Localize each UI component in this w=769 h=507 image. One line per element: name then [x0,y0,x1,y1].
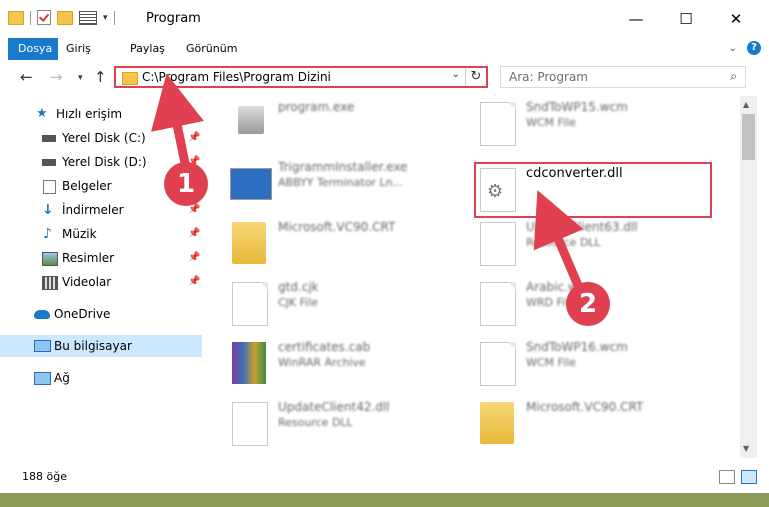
explorer-window: ▾ Program — ☐ ✕ Dosya Giriş Paylaş Görün… [0,0,769,493]
music-icon: ♪ [43,226,52,242]
pin-icon[interactable]: 📌 [188,223,200,245]
computer-icon [34,340,51,352]
document-icon [480,342,516,386]
file-item[interactable]: Microsoft.VC90.CRT [220,216,460,268]
download-icon: ↓ [42,202,54,218]
chevron-down-icon[interactable]: ▾ [103,13,108,23]
back-arrow-icon[interactable]: ← [20,68,33,86]
ribbon-controls: ⌄ ? [729,41,761,55]
navigation-pane: ★ Hızlı erişim Yerel Disk (C:) 📌 Yerel D… [0,96,210,458]
pin-icon[interactable]: 📌 [188,271,200,293]
expand-ribbon-icon[interactable]: ⌄ [729,43,737,54]
sidebar-item-pictures[interactable]: Resimler 📌 [0,247,202,269]
toolbar-separator [30,10,31,25]
exe-icon [238,106,264,134]
folder-icon [122,72,138,85]
address-path[interactable]: C:\Program Files\Program Dizini [142,70,331,84]
quick-access-toolbar: ▾ [8,10,115,25]
vertical-scrollbar[interactable]: ▲ ▼ [740,96,757,458]
videos-icon [42,276,58,290]
tab-share[interactable]: Paylaş [120,38,175,60]
folder-icon [8,10,24,25]
file-item[interactable]: UpdateClient63.dll Resource DLL [468,216,708,268]
sidebar-item-music[interactable]: ♪ Müzik 📌 [0,223,202,245]
highlight-box [474,162,712,218]
network-icon [34,372,51,385]
document-icon [232,282,268,326]
window-title: Program [146,11,201,26]
new-folder-icon[interactable] [57,10,73,25]
sidebar-item-videos[interactable]: Videolar 📌 [0,271,202,293]
sidebar-item-quick-access[interactable]: ★ Hızlı erişim [0,103,202,125]
close-button[interactable]: ✕ [713,0,759,38]
folder-icon [480,402,514,444]
item-count: 188 öğe [22,470,67,483]
drive-icon [42,159,56,166]
documents-icon [43,180,56,194]
search-placeholder: Ara: Program [509,70,588,84]
large-icons-view-icon[interactable] [741,470,757,484]
folder-icon [232,222,266,264]
file-item[interactable]: program.exe [220,96,460,148]
sidebar-item-downloads[interactable]: ↓ İndirmeler 📌 [0,199,202,221]
pictures-icon [42,252,58,266]
file-list: program.exe TrigrammInstaller.exe ABBYY … [210,96,740,458]
dll-gear-icon [232,402,268,446]
up-arrow-icon[interactable]: ↑ [94,68,107,86]
file-item[interactable]: UpdateClient42.dll Resource DLL [220,396,460,448]
refresh-icon[interactable]: ↻ [465,68,486,86]
title-bar: ▾ Program — ☐ ✕ [0,0,769,38]
file-item[interactable]: gtd.cjk CJK File [220,276,460,328]
file-item[interactable]: TrigrammInstaller.exe ABBYY Terminator L… [220,156,460,208]
step-2-badge: 2 [566,282,610,326]
pin-icon[interactable]: 📌 [188,247,200,269]
help-icon[interactable]: ? [747,41,761,55]
file-item[interactable]: certificates.cab WinRAR Archive [220,336,460,388]
search-icon[interactable]: ⌕ [730,69,737,84]
document-icon [480,282,516,326]
address-bar[interactable]: C:\Program Files\Program Dizini ⌄ ↻ [114,66,488,88]
sidebar-item-local-disk-c[interactable]: Yerel Disk (C:) 📌 [0,127,202,149]
document-icon [480,102,516,146]
status-bar: 188 öğe [0,466,769,488]
pin-icon[interactable]: 📌 [188,127,200,149]
forward-arrow-icon[interactable]: → [50,68,63,86]
search-input[interactable]: Ara: Program ⌕ [500,66,746,88]
properties-icon[interactable] [79,10,97,25]
minimize-button[interactable]: — [613,0,659,38]
file-item[interactable]: Microsoft.VC90.CRT [468,396,708,448]
scroll-thumb[interactable] [742,114,755,160]
file-item[interactable]: SndToWP15.wcm WCM File [468,96,708,148]
tab-view[interactable]: Görünüm [176,38,247,60]
sidebar-item-onedrive[interactable]: OneDrive [0,303,202,325]
installer-icon [230,168,272,200]
file-item[interactable]: SndToWP16.wcm WCM File [468,336,708,388]
properties-check-icon[interactable] [37,10,51,25]
navigation-bar: ← → ▾ ↑ C:\Program Files\Program Dizini … [0,60,769,94]
dll-gear-icon [480,222,516,266]
recent-chevron-icon[interactable]: ▾ [78,73,83,83]
drive-icon [42,135,56,142]
details-view-icon[interactable] [719,470,735,484]
maximize-button[interactable]: ☐ [663,0,709,38]
sidebar-item-network[interactable]: Ağ [0,367,202,389]
toolbar-separator [113,10,115,25]
view-switcher [719,470,757,484]
ribbon-tabs: Dosya Giriş Paylaş Görünüm ⌄ ? [0,38,769,90]
scroll-down-icon[interactable]: ▼ [743,444,749,453]
scroll-up-icon[interactable]: ▲ [743,100,749,109]
step-1-badge: 1 [164,162,208,206]
tab-home[interactable]: Giriş [56,38,101,60]
star-icon: ★ [36,106,48,121]
cloud-icon [34,310,50,319]
chevron-down-icon[interactable]: ⌄ [452,69,460,80]
archive-icon [232,342,266,384]
sidebar-item-this-pc[interactable]: Bu bilgisayar [0,335,202,357]
